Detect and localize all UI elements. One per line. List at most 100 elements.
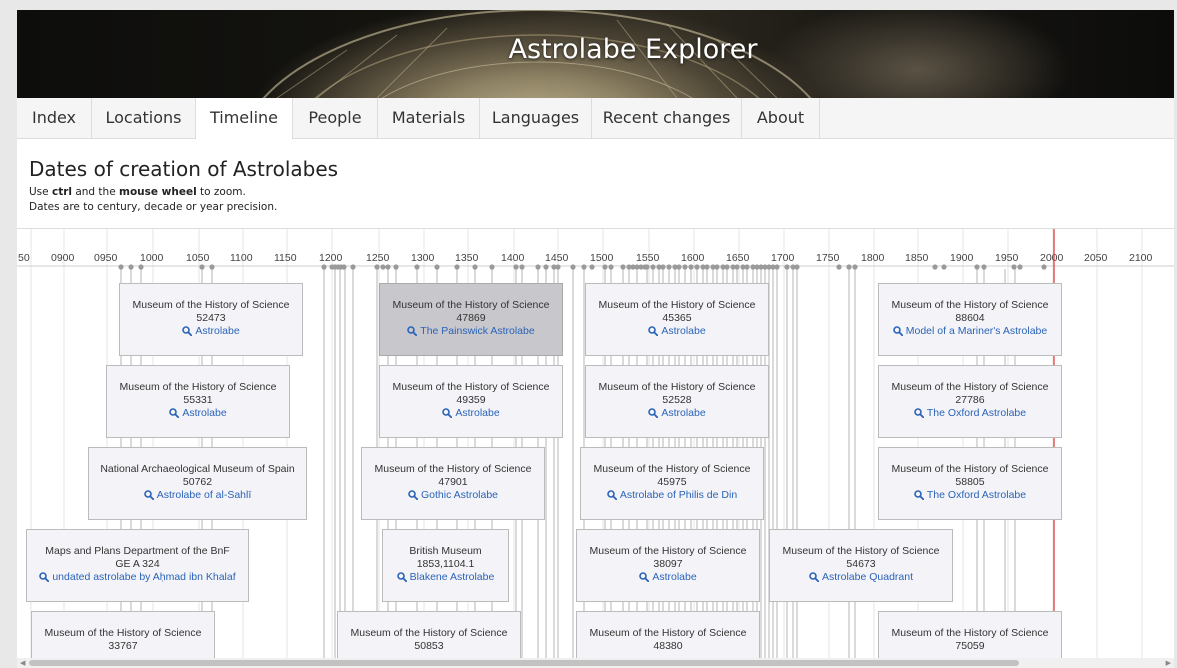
date-marker[interactable] bbox=[744, 264, 750, 270]
card-link[interactable]: Astrolabe bbox=[380, 407, 562, 420]
scroll-right-icon[interactable]: ▶ bbox=[1166, 658, 1171, 668]
timeline-canvas[interactable]: 50 0900 0950 1000 1050 1100 1150 1200 1250 1300 13… bbox=[17, 228, 1174, 658]
astrolabe-card[interactable]: Maps and Plans Department of the BnF GE A… bbox=[26, 529, 249, 602]
card-link[interactable]: Astrolabe of Philis de Din bbox=[581, 489, 763, 502]
astrolabe-card[interactable]: Museum of the History of Science 49359 Ast… bbox=[379, 365, 563, 438]
card-link[interactable]: Astrolabe bbox=[586, 325, 768, 338]
astrolabe-card[interactable]: British Museum 1853,1104.1 Blakene Astrola… bbox=[382, 529, 509, 602]
date-marker[interactable] bbox=[380, 264, 386, 270]
tab-about[interactable]: About bbox=[742, 98, 820, 138]
date-marker[interactable] bbox=[650, 264, 656, 270]
card-link[interactable]: Astrolabe bbox=[120, 325, 302, 338]
date-marker[interactable] bbox=[535, 264, 541, 270]
card-link[interactable]: The Oxford Astrolabe bbox=[879, 407, 1061, 420]
date-marker[interactable] bbox=[682, 264, 688, 270]
date-marker[interactable] bbox=[472, 264, 478, 270]
astrolabe-card[interactable]: Museum of the History of Science 52528 Ast… bbox=[585, 365, 769, 438]
date-marker[interactable] bbox=[666, 264, 672, 270]
date-marker[interactable] bbox=[620, 264, 626, 270]
card-link[interactable]: Gothic Astrolabe bbox=[362, 489, 544, 502]
date-marker[interactable] bbox=[724, 264, 730, 270]
date-marker[interactable] bbox=[852, 264, 858, 270]
astrolabe-card[interactable]: Museum of the History of Science 33767 bbox=[31, 611, 215, 658]
tab-locations[interactable]: Locations bbox=[92, 98, 196, 138]
date-marker[interactable] bbox=[209, 264, 215, 270]
card-link[interactable]: Astrolabe bbox=[107, 407, 289, 420]
card-link[interactable]: The Oxford Astrolabe bbox=[879, 489, 1061, 502]
date-marker[interactable] bbox=[118, 264, 124, 270]
tab-timeline[interactable]: Timeline bbox=[196, 98, 293, 139]
date-marker[interactable] bbox=[1011, 264, 1017, 270]
date-marker[interactable] bbox=[694, 264, 700, 270]
date-marker[interactable] bbox=[974, 264, 980, 270]
date-marker[interactable] bbox=[608, 264, 614, 270]
astrolabe-card[interactable]: Museum of the History of Science 45365 Ast… bbox=[585, 283, 769, 356]
astrolabe-card[interactable]: Museum of the History of Science 50853 bbox=[337, 611, 521, 658]
date-marker[interactable] bbox=[794, 264, 800, 270]
date-marker[interactable] bbox=[941, 264, 947, 270]
date-marker[interactable] bbox=[519, 264, 525, 270]
date-marker[interactable] bbox=[414, 264, 420, 270]
card-link[interactable]: undated astrolabe by Aḥmad ibn Khalaf bbox=[27, 571, 248, 584]
scrollbar-thumb[interactable] bbox=[29, 660, 1019, 666]
card-link[interactable]: Astrolabe of al-Sahlī bbox=[89, 489, 306, 502]
astrolabe-card[interactable]: Museum of the History of Science 55331 Ast… bbox=[106, 365, 290, 438]
date-marker[interactable] bbox=[385, 264, 391, 270]
astrolabe-card[interactable]: National Archaeological Museum of Spain 5… bbox=[88, 447, 307, 520]
horizontal-scrollbar[interactable]: ◀ ▶ bbox=[17, 658, 1174, 668]
card-link[interactable]: Astrolabe bbox=[577, 571, 759, 584]
tab-languages[interactable]: Languages bbox=[480, 98, 592, 138]
date-marker[interactable] bbox=[714, 264, 720, 270]
date-marker[interactable] bbox=[1041, 264, 1047, 270]
astrolabe-card[interactable]: Museum of the History of Science 54673 Ast… bbox=[769, 529, 953, 602]
date-marker[interactable] bbox=[676, 264, 682, 270]
astrolabe-card[interactable]: Museum of the History of Science 75059 bbox=[878, 611, 1062, 658]
astrolabe-card[interactable]: Museum of the History of Science 47901 Got… bbox=[361, 447, 545, 520]
date-marker[interactable] bbox=[602, 264, 608, 270]
tab-people[interactable]: People bbox=[293, 98, 378, 138]
date-marker[interactable] bbox=[644, 264, 650, 270]
date-marker[interactable] bbox=[570, 264, 576, 270]
date-marker[interactable] bbox=[489, 264, 495, 270]
date-marker[interactable] bbox=[1017, 264, 1023, 270]
astrolabe-card[interactable]: Museum of the History of Science 38097 Ast… bbox=[576, 529, 760, 602]
astrolabe-card[interactable]: Museum of the History of Science 88604 Mod… bbox=[878, 283, 1062, 356]
astrolabe-card[interactable]: Museum of the History of Science 27786 The… bbox=[878, 365, 1062, 438]
date-marker[interactable] bbox=[581, 264, 587, 270]
card-link[interactable]: The Painswick Astrolabe bbox=[380, 325, 562, 338]
date-marker[interactable] bbox=[543, 264, 549, 270]
astrolabe-card[interactable]: Museum of the History of Science 52473 Ast… bbox=[119, 283, 303, 356]
date-marker[interactable] bbox=[138, 264, 144, 270]
date-marker[interactable] bbox=[513, 264, 519, 270]
date-marker[interactable] bbox=[128, 264, 134, 270]
card-link[interactable]: Astrolabe Quadrant bbox=[770, 571, 952, 584]
astrolabe-card[interactable]: Museum of the History of Science 47869 The… bbox=[379, 283, 563, 356]
date-marker[interactable] bbox=[734, 264, 740, 270]
astrolabe-card[interactable]: Museum of the History of Science 58805 The… bbox=[878, 447, 1062, 520]
date-marker[interactable] bbox=[374, 264, 380, 270]
date-marker[interactable] bbox=[932, 264, 938, 270]
scroll-left-icon[interactable]: ◀ bbox=[20, 658, 25, 668]
date-marker[interactable] bbox=[704, 264, 710, 270]
card-link[interactable]: Astrolabe bbox=[586, 407, 768, 420]
date-marker[interactable] bbox=[836, 264, 842, 270]
date-marker[interactable] bbox=[393, 264, 399, 270]
date-marker[interactable] bbox=[981, 264, 987, 270]
date-marker[interactable] bbox=[589, 264, 595, 270]
astrolabe-card[interactable]: Museum of the History of Science 48380 bbox=[576, 611, 760, 658]
tab-recent-changes[interactable]: Recent changes bbox=[592, 98, 742, 138]
card-link[interactable]: Blakene Astrolabe bbox=[383, 571, 508, 584]
date-marker[interactable] bbox=[434, 264, 440, 270]
date-marker[interactable] bbox=[555, 264, 561, 270]
date-marker[interactable] bbox=[199, 264, 205, 270]
date-marker[interactable] bbox=[321, 264, 327, 270]
tab-index[interactable]: Index bbox=[17, 98, 92, 138]
tab-materials[interactable]: Materials bbox=[378, 98, 480, 138]
date-marker[interactable] bbox=[454, 264, 460, 270]
astrolabe-card[interactable]: Museum of the History of Science 45975 Ast… bbox=[580, 447, 764, 520]
date-marker[interactable] bbox=[774, 264, 780, 270]
date-marker[interactable] bbox=[341, 264, 347, 270]
date-marker[interactable] bbox=[660, 264, 666, 270]
date-marker[interactable] bbox=[350, 264, 356, 270]
date-marker[interactable] bbox=[784, 264, 790, 270]
